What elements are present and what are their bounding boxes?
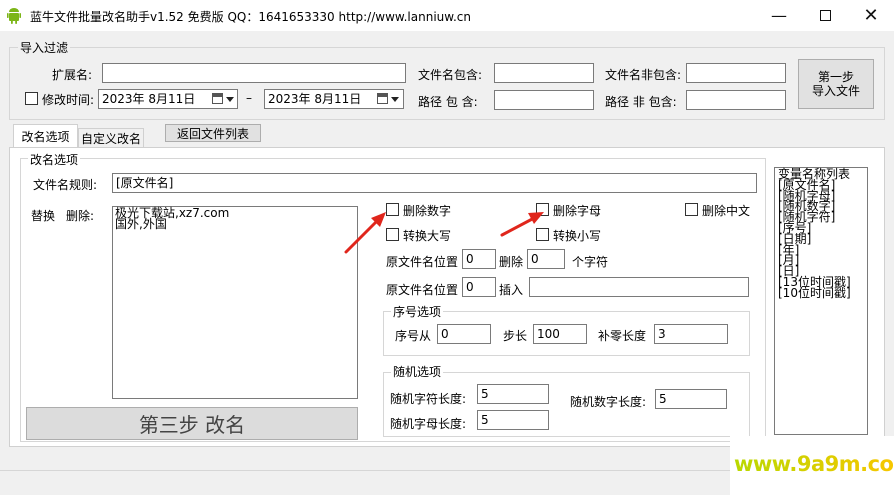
delete-word-label: 删除	[499, 255, 524, 269]
tab-rename-options[interactable]: 改名选项	[13, 124, 78, 148]
date-to-value: 2023年 8月11日	[268, 92, 362, 106]
ext-input[interactable]	[102, 63, 406, 83]
to-lower-label: 转换小写	[553, 229, 602, 243]
rule-label: 文件名规则:	[33, 178, 98, 192]
title-bar[interactable]: 蓝牛文件批量改名助手v1.52 免费版 QQ：1641653330 http:/…	[0, 0, 894, 31]
rename-button[interactable]: 第三步 改名	[26, 407, 358, 440]
ext-label: 扩展名:	[52, 68, 93, 82]
seq-step-label: 步长	[503, 329, 528, 343]
chevron-down-icon[interactable]	[391, 97, 399, 102]
window-title: 蓝牛文件批量改名助手v1.52 免费版 QQ：1641653330 http:/…	[30, 10, 471, 24]
calendar-icon[interactable]	[377, 93, 388, 104]
path-include-input[interactable]	[494, 90, 594, 110]
sequence-label: 序号选项	[391, 303, 444, 320]
delete-chinese-checkbox[interactable]	[685, 203, 698, 216]
pos1-input[interactable]: 0	[462, 249, 496, 269]
random-digit-len-label: 随机数字长度:	[570, 395, 647, 409]
android-app-icon	[7, 8, 21, 24]
delete-digits-label: 删除数字	[403, 204, 452, 218]
rename-options-label: 改名选项	[28, 151, 81, 168]
path-include-label: 路径 包 含:	[418, 95, 478, 109]
path-exclude-input[interactable]	[686, 90, 786, 110]
random-char-len-input[interactable]: 5	[477, 384, 549, 404]
modtime-checkbox[interactable]	[25, 92, 38, 105]
seq-from-label: 序号从	[395, 329, 432, 343]
seq-from-input[interactable]: 0	[437, 324, 491, 344]
modtime-label: 修改时间:	[42, 93, 95, 107]
random-label: 随机选项	[391, 363, 444, 380]
pos1-label: 原文件名位置	[386, 255, 459, 269]
random-letter-len-input[interactable]: 5	[477, 410, 549, 430]
maximize-icon[interactable]	[802, 0, 848, 31]
random-char-len-label: 随机字符长度:	[390, 392, 467, 406]
replace-label: 替换	[31, 209, 56, 223]
delete-textarea[interactable]: 极光下载站,xz7.com 国外,外国	[112, 206, 358, 399]
random-letter-len-label: 随机字母长度:	[390, 417, 467, 431]
tab-custom-rename[interactable]: 自定义改名	[78, 128, 144, 148]
close-icon[interactable]: ✕	[848, 0, 894, 31]
name-exclude-input[interactable]	[686, 63, 786, 83]
watermark-text: www.9a9m.com	[734, 452, 894, 476]
list-item[interactable]: [10位时间戳]	[778, 287, 864, 299]
red-arrow-icon	[344, 212, 386, 254]
pos2-input[interactable]: 0	[462, 277, 496, 297]
pos2-label: 原文件名位置	[386, 283, 459, 297]
path-exclude-label: 路径 非 包含:	[605, 95, 677, 109]
delete-line: 国外,外国	[115, 217, 167, 231]
seq-pad-input[interactable]: 3	[654, 324, 728, 344]
watermark-label: www.9a9m.com	[734, 452, 894, 476]
import-filter-label: 导入过滤	[18, 39, 71, 56]
import-files-button[interactable]: 第一步 导入文件	[798, 59, 874, 109]
chars-label: 个字符	[572, 255, 609, 269]
delete-count-input[interactable]: 0	[527, 249, 565, 269]
insert-label: 插入	[499, 283, 524, 297]
return-file-list-button[interactable]: 返回文件列表	[165, 124, 261, 142]
to-upper-label: 转换大写	[403, 229, 452, 243]
name-include-input[interactable]	[494, 63, 594, 83]
name-exclude-label: 文件名非包含:	[605, 68, 682, 82]
minimize-icon[interactable]: —	[756, 0, 802, 31]
seq-step-input[interactable]: 100	[533, 324, 587, 344]
delete-chinese-label: 删除中文	[702, 204, 751, 218]
date-from-value: 2023年 8月11日	[102, 92, 196, 106]
delete-letters-label: 删除字母	[553, 204, 602, 218]
chevron-down-icon[interactable]	[226, 97, 234, 102]
insert-input[interactable]	[529, 277, 749, 297]
random-digit-len-input[interactable]: 5	[655, 389, 727, 409]
date-separator: –	[246, 91, 252, 105]
delete-label: 删除:	[66, 209, 95, 223]
variable-list[interactable]: 变量名称列表 [原文件名] [随机字母] [随机数字] [随机字符] [序号] …	[774, 167, 868, 435]
name-include-label: 文件名包含:	[418, 68, 483, 82]
rule-input[interactable]: [原文件名]	[112, 173, 757, 193]
calendar-icon[interactable]	[212, 93, 223, 104]
seq-pad-label: 补零长度	[598, 329, 647, 343]
red-arrow-icon	[500, 212, 544, 237]
